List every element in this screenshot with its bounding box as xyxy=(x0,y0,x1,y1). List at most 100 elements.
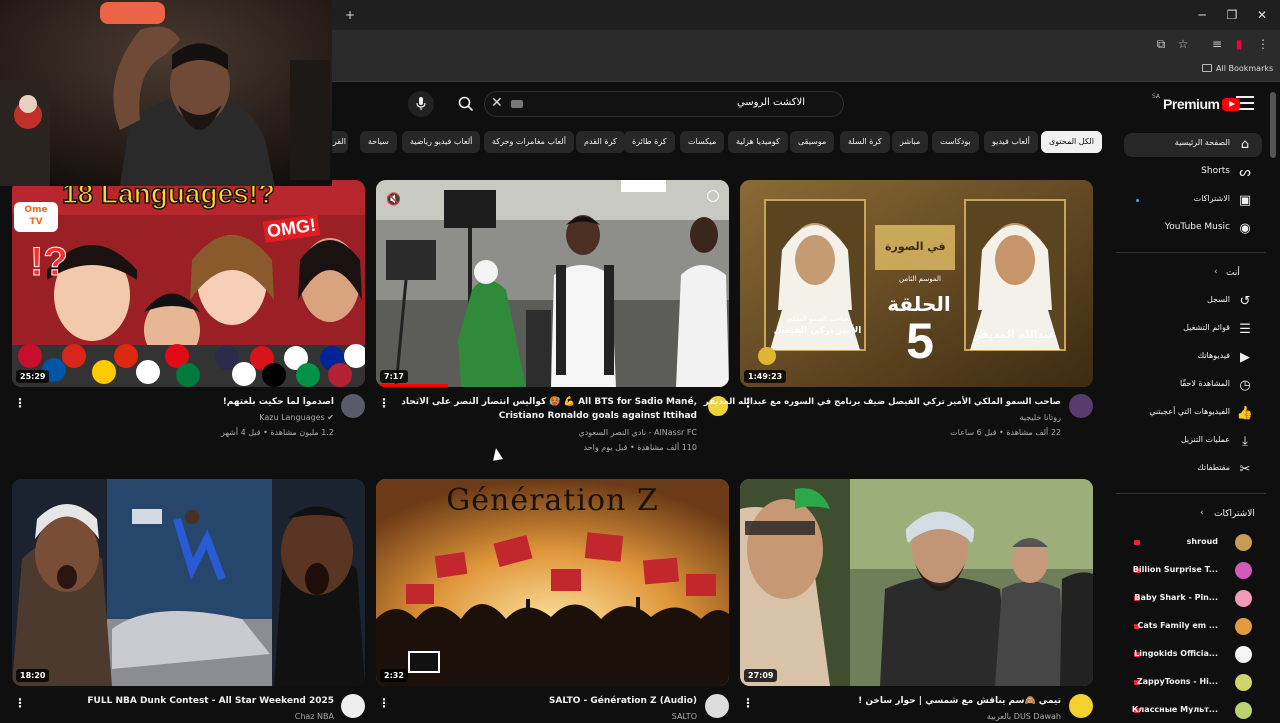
video-title[interactable]: صاحب السمو الملكي الأمير تركي الفيصل ضيف… xyxy=(704,395,1061,409)
more-options-icon[interactable]: ⋮ xyxy=(14,396,26,410)
maximize-button[interactable]: ❐ xyxy=(1222,6,1242,24)
subscription-item[interactable]: Billion Surprise T... xyxy=(1124,559,1262,583)
video-thumbnail[interactable]: في الصورة الموسم الثامن الحلقة 5 صاحب ال… xyxy=(740,180,1093,387)
mute-icon[interactable]: 🔇 xyxy=(386,192,401,206)
channel-avatar[interactable] xyxy=(1069,394,1093,418)
subscription-item[interactable]: Классные Мульт... xyxy=(1124,699,1262,723)
avatar xyxy=(1235,562,1252,579)
youtube-premium-logo[interactable]: SA Premium xyxy=(1152,92,1241,113)
avatar xyxy=(1235,534,1252,551)
video-duration: 1:49:23 xyxy=(744,370,787,383)
video-title[interactable]: اصدموا لما حكيت بلغتهم! xyxy=(223,395,334,409)
more-options-icon[interactable]: ⋮ xyxy=(378,396,390,410)
channel-avatar[interactable] xyxy=(341,394,365,418)
chip-tourism[interactable]: سياحة xyxy=(360,131,397,153)
region-code: SA xyxy=(1152,92,1161,100)
video-title[interactable]: تيمي 🙈سم يناقش مع شمسي | حوار ساخن ! xyxy=(858,694,1061,708)
video-thumbnail[interactable]: 🔇 7:17 xyxy=(376,180,729,387)
subscription-item[interactable]: Cats Family em ... xyxy=(1124,615,1262,639)
video-duration: 7:17 xyxy=(380,370,408,383)
subscription-item[interactable]: Baby Shark - Pin... xyxy=(1124,587,1262,611)
sidebar-item-subscriptions[interactable]: الاشتراكات ▣ xyxy=(1124,189,1262,213)
more-options-icon[interactable]: ⋮ xyxy=(14,696,26,710)
video-title[interactable]: FULL NBA Dunk Contest - All Star Weekend… xyxy=(87,694,334,708)
chip-sports-games[interactable]: ألعاب فيديو رياضية xyxy=(402,131,481,153)
subscription-item[interactable]: ZappyToons - Hi... xyxy=(1124,671,1262,695)
sidebar-item-youtube-music[interactable]: YouTube Music ◉ xyxy=(1124,217,1262,241)
clear-search-icon[interactable]: ✕ xyxy=(491,95,503,111)
channel-name[interactable]: روتانا خليجية xyxy=(1020,413,1061,422)
video-title[interactable]: SALTO - Génération Z (Audio) xyxy=(549,694,697,708)
video-thumbnail[interactable]: 18:20 xyxy=(12,479,365,686)
chip-basketball[interactable]: كرة السلة xyxy=(840,131,890,153)
sidebar-item-label: الصفحة الرئيسية xyxy=(1174,138,1230,147)
close-button[interactable]: ✕ xyxy=(1252,6,1272,24)
sidebar-item-watch-later[interactable]: المشاهدة لاحقًا ◷ xyxy=(1124,374,1262,398)
channel-avatar[interactable] xyxy=(341,694,365,718)
sidebar-item-shorts[interactable]: Shorts ᔕ xyxy=(1124,161,1262,185)
search-icon[interactable] xyxy=(452,91,480,117)
verified-icon: ✔ xyxy=(327,413,334,422)
chip-football[interactable]: كرة القدم xyxy=(576,131,625,153)
all-bookmarks-link[interactable]: All Bookmarks xyxy=(1216,64,1273,73)
sidebar-item-clips[interactable]: مقتطفاتك ✂ xyxy=(1124,458,1262,482)
chip-podcasts[interactable]: بودكاست xyxy=(932,131,979,153)
install-app-icon[interactable]: ⧉ xyxy=(1154,37,1168,51)
chip-all[interactable]: الكل المحتوى xyxy=(1041,131,1102,153)
chip-comedy[interactable]: كوميديا هزلية xyxy=(728,131,788,153)
kebab-menu-icon[interactable]: ⋮ xyxy=(1256,37,1270,51)
avatar xyxy=(1235,702,1252,719)
sidebar-item-liked-videos[interactable]: الفيديوهات التي أعجبتني 👍 xyxy=(1124,402,1262,426)
subscription-item[interactable]: Lingokids Officia... xyxy=(1124,643,1262,667)
video-thumbnail[interactable]: Génération Z 2:32 xyxy=(376,479,729,686)
sidebar-item-home[interactable]: الصفحة الرئيسية ⌂ xyxy=(1124,133,1262,157)
minimize-button[interactable]: ─ xyxy=(1192,6,1212,24)
sidebar-you-label: أنت xyxy=(1226,268,1240,278)
chip-music[interactable]: موسيقى xyxy=(790,131,835,153)
streamer-image xyxy=(0,0,332,186)
sidebar-item-label: المشاهدة لاحقًا xyxy=(1179,379,1230,388)
subscription-item[interactable]: shroud xyxy=(1124,531,1262,555)
chevron-left-icon: ‹ xyxy=(1200,508,1204,518)
sidebar-item-your-videos[interactable]: فيديوهاتك ▶ xyxy=(1124,346,1262,370)
sidebar-item-history[interactable]: السجل ↺ xyxy=(1124,290,1262,314)
chip-live[interactable]: مباشر xyxy=(892,131,929,153)
channel-avatar[interactable] xyxy=(1069,694,1093,718)
video-title-line-1: كواليس انتصار النصر على الاتحاد 🥵 💪 All … xyxy=(401,397,697,407)
more-options-icon[interactable]: ⋮ xyxy=(742,696,754,710)
sidebar-item-label: الفيديوهات التي أعجبتني xyxy=(1149,407,1230,416)
chip-action-adventure-games[interactable]: ألعاب مغامرات وحركة xyxy=(484,131,574,153)
channel-name[interactable]: AlNassr FC - نادي النصر السعودي xyxy=(578,428,697,437)
profile-icon[interactable]: ▮ xyxy=(1232,37,1246,51)
new-tab-button[interactable]: + xyxy=(340,6,360,24)
sidebar-item-downloads[interactable]: عمليات التنزيل ⤓ xyxy=(1124,430,1262,454)
search-input[interactable]: ✕ الاكشت الروسي xyxy=(484,91,844,117)
video-thumbnail[interactable]: Ome TV 18 Languages!? OMG! !? 25:29 xyxy=(12,180,365,387)
sidebar-you-header[interactable]: أنت xyxy=(1226,268,1240,278)
chip-video-games[interactable]: ألعاب فيديو xyxy=(984,131,1038,153)
video-title-line-2[interactable]: Cristiano Ronaldo goals against Ittihad xyxy=(499,409,697,423)
reading-list-icon[interactable]: ≡ xyxy=(1210,37,1224,51)
sidebar-subscriptions-header[interactable]: الاشتراكات xyxy=(1214,509,1255,519)
bookmark-star-icon[interactable]: ☆ xyxy=(1176,37,1190,51)
video-title[interactable]: كواليس انتصار النصر على الاتحاد 🥵 💪 All … xyxy=(401,395,697,409)
video-thumbnail[interactable]: 27:09 xyxy=(740,479,1093,686)
more-options-icon[interactable]: ⋮ xyxy=(378,696,390,710)
subscription-name: ZappyToons - Hi... xyxy=(1136,677,1218,686)
search-query: الاكشت الروسي xyxy=(736,97,805,108)
chip-volleyball[interactable]: كرة طائرة xyxy=(624,131,675,153)
avatar xyxy=(1235,590,1252,607)
video-meta: 1.2 مليون مشاهدة • قبل 4 أشهر xyxy=(221,428,334,437)
captions-icon[interactable] xyxy=(707,190,719,202)
channel-avatar[interactable] xyxy=(705,694,729,718)
keyboard-icon[interactable] xyxy=(511,100,523,108)
live-icon xyxy=(1134,540,1140,545)
video-duration: 2:32 xyxy=(380,669,408,682)
thumbnail-image xyxy=(376,180,729,387)
sidebar-item-playlists[interactable]: قوائم التشغيل ☰ xyxy=(1124,318,1262,342)
chip-mixes[interactable]: ميكسات xyxy=(680,131,725,153)
sidebar-item-label: فيديوهاتك xyxy=(1197,351,1230,360)
mic-icon[interactable] xyxy=(408,91,434,117)
sidebar-scrollbar[interactable] xyxy=(1270,92,1276,158)
channel-name[interactable]: Kazu Languages ✔ xyxy=(259,413,334,422)
